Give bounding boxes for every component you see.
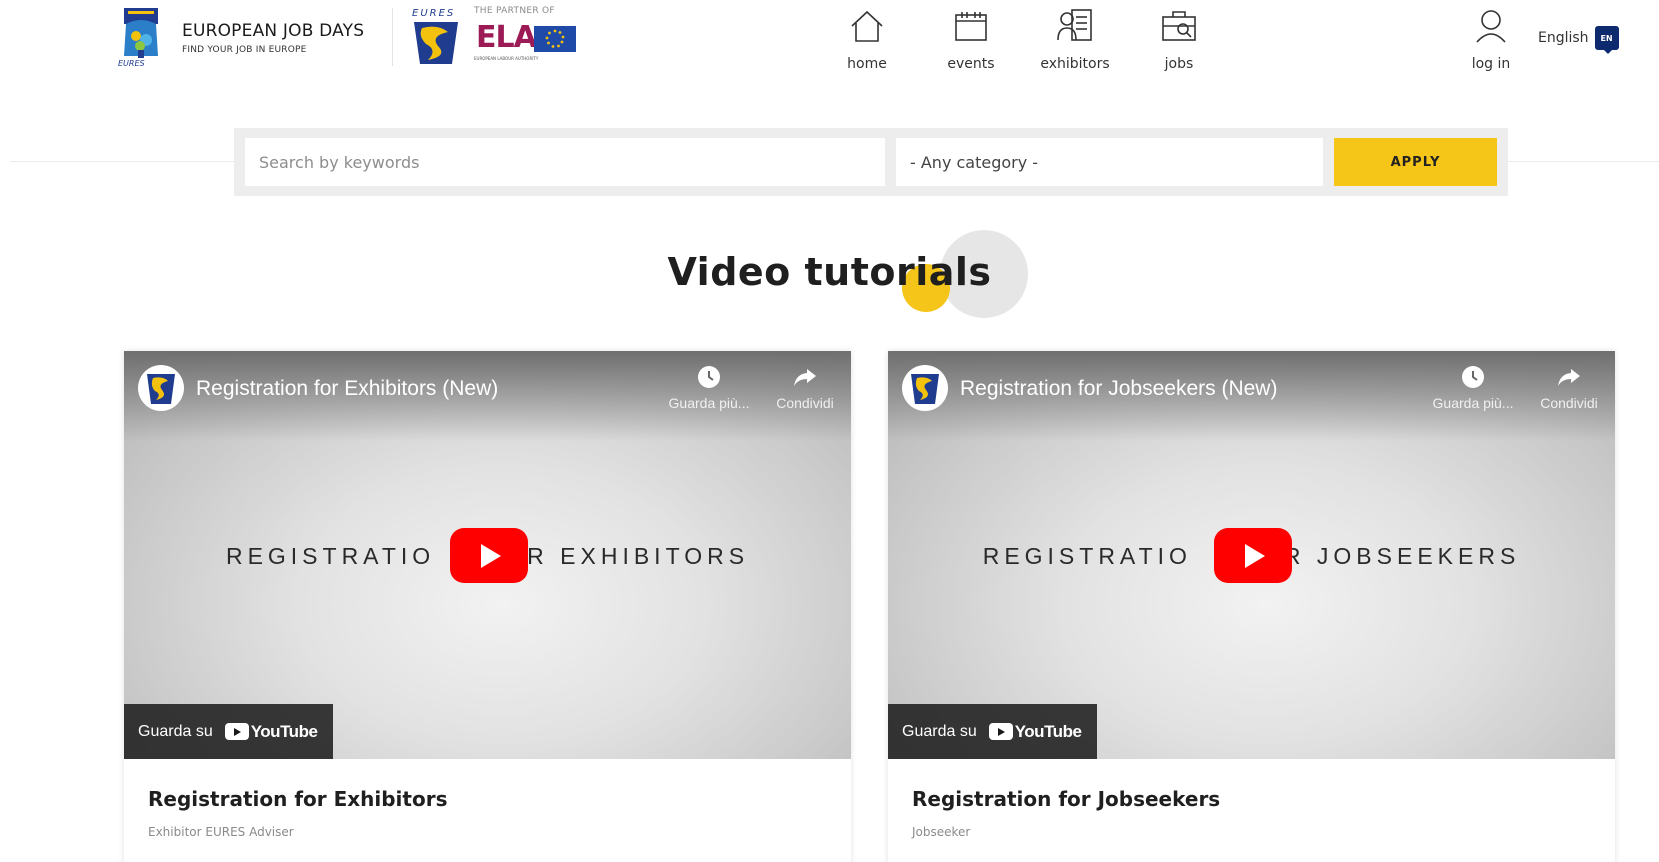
video-card-jobseekers: Registration for Jobseekers (New) Guarda… bbox=[888, 351, 1615, 862]
ela-caption: EUROPEAN LABOUR AUTHORITY bbox=[474, 56, 539, 61]
site-header: EURES EUROPEAN JOB DAYS FIND YOUR JOB IN… bbox=[0, 0, 1659, 100]
play-button[interactable] bbox=[450, 528, 528, 583]
svg-text:EURES: EURES bbox=[412, 8, 455, 19]
youtube-icon bbox=[988, 723, 1013, 740]
briefcase-icon bbox=[1162, 11, 1196, 41]
video-card-exhibitors: Registration for Exhibitors (New) Guarda… bbox=[124, 351, 851, 862]
home-icon bbox=[851, 10, 883, 42]
user-icon bbox=[1476, 10, 1506, 43]
card-title: Registration for Exhibitors bbox=[148, 787, 448, 811]
card-meta: Jobseeker bbox=[912, 825, 971, 839]
watch-on-youtube-button[interactable]: Guarda su YouTube bbox=[888, 704, 1098, 759]
brand-subtitle: FIND YOUR JOB IN EUROPE bbox=[182, 45, 307, 55]
channel-avatar[interactable] bbox=[902, 365, 948, 411]
youtube-logo: YouTube bbox=[988, 722, 1082, 742]
search-input[interactable] bbox=[245, 138, 885, 186]
nav-jobs-label: jobs bbox=[1164, 56, 1194, 72]
nav-exhibitors-label: exhibitors bbox=[1040, 56, 1110, 72]
section-title: Video tutorials bbox=[667, 250, 992, 294]
eu-flag-icon bbox=[534, 26, 576, 52]
eures-logo[interactable]: EURES bbox=[408, 6, 464, 68]
language-selector[interactable]: English EN bbox=[1538, 26, 1619, 54]
svg-text:EURES: EURES bbox=[118, 59, 145, 68]
partner-label: THE PARTNER OF bbox=[474, 6, 555, 16]
ela-logo-text: ELA bbox=[476, 20, 537, 55]
brand-title: EUROPEAN JOB DAYS bbox=[182, 21, 365, 41]
apply-button[interactable]: APPLY bbox=[1334, 138, 1497, 186]
nav-home[interactable]: home bbox=[815, 6, 919, 72]
clock-icon bbox=[1462, 366, 1484, 388]
watch-later-button[interactable]: Guarda più... bbox=[664, 365, 754, 411]
calendar-icon bbox=[955, 12, 987, 41]
login-link[interactable]: log in bbox=[1466, 6, 1516, 72]
nav-jobs[interactable]: jobs bbox=[1127, 6, 1231, 72]
video-player-title[interactable]: Registration for Jobseekers (New) bbox=[960, 377, 1277, 401]
play-button[interactable] bbox=[1214, 528, 1292, 583]
clock-icon bbox=[698, 366, 720, 388]
video-player-title[interactable]: Registration for Exhibitors (New) bbox=[196, 377, 498, 401]
watch-later-label: Guarda più... bbox=[1432, 395, 1514, 411]
share-label: Condividi bbox=[1540, 395, 1598, 411]
share-icon bbox=[1558, 369, 1580, 386]
language-label: English bbox=[1538, 30, 1589, 46]
eures-channel-icon bbox=[911, 374, 939, 404]
card-title: Registration for Jobseekers bbox=[912, 787, 1221, 811]
nav-events[interactable]: events bbox=[919, 6, 1023, 72]
category-select[interactable]: - Any category - bbox=[896, 138, 1323, 186]
eures-channel-icon bbox=[147, 374, 175, 404]
ela-partner-logo[interactable]: THE PARTNER OF ELA EUROPEAN LABOUR AUTHO… bbox=[474, 6, 580, 68]
search-form: - Any category - APPLY bbox=[234, 128, 1508, 196]
brand-home-link[interactable]: EURES EUROPEAN JOB DAYS FIND YOUR JOB IN… bbox=[116, 6, 364, 68]
exhibitor-icon bbox=[1057, 9, 1092, 41]
watch-later-label: Guarda più... bbox=[668, 395, 750, 411]
share-button[interactable]: Condividi bbox=[760, 365, 850, 411]
brand-divider bbox=[392, 8, 393, 66]
nav-events-label: events bbox=[947, 56, 995, 72]
watch-on-youtube-button[interactable]: Guarda su YouTube bbox=[124, 704, 334, 759]
login-label: log in bbox=[1471, 56, 1511, 72]
main-nav: home events exhibitors jobs bbox=[815, 6, 1231, 72]
share-icon bbox=[794, 369, 816, 386]
video-player[interactable]: Registration for Jobseekers (New) Guarda… bbox=[888, 351, 1615, 759]
youtube-icon bbox=[224, 723, 249, 740]
nav-home-label: home bbox=[847, 56, 887, 72]
language-badge: EN bbox=[1594, 26, 1619, 54]
watch-on-label: Guarda su bbox=[902, 722, 977, 740]
card-meta: Exhibitor EURES Adviser bbox=[148, 825, 294, 839]
nav-exhibitors[interactable]: exhibitors bbox=[1023, 6, 1127, 72]
share-button[interactable]: Condividi bbox=[1524, 365, 1614, 411]
youtube-logo: YouTube bbox=[224, 722, 318, 742]
share-label: Condividi bbox=[776, 395, 834, 411]
watch-on-label: Guarda su bbox=[138, 722, 213, 740]
video-player[interactable]: Registration for Exhibitors (New) Guarda… bbox=[124, 351, 851, 759]
watch-later-button[interactable]: Guarda più... bbox=[1428, 365, 1518, 411]
channel-avatar[interactable] bbox=[138, 365, 184, 411]
european-job-days-logo: EURES bbox=[116, 6, 166, 68]
